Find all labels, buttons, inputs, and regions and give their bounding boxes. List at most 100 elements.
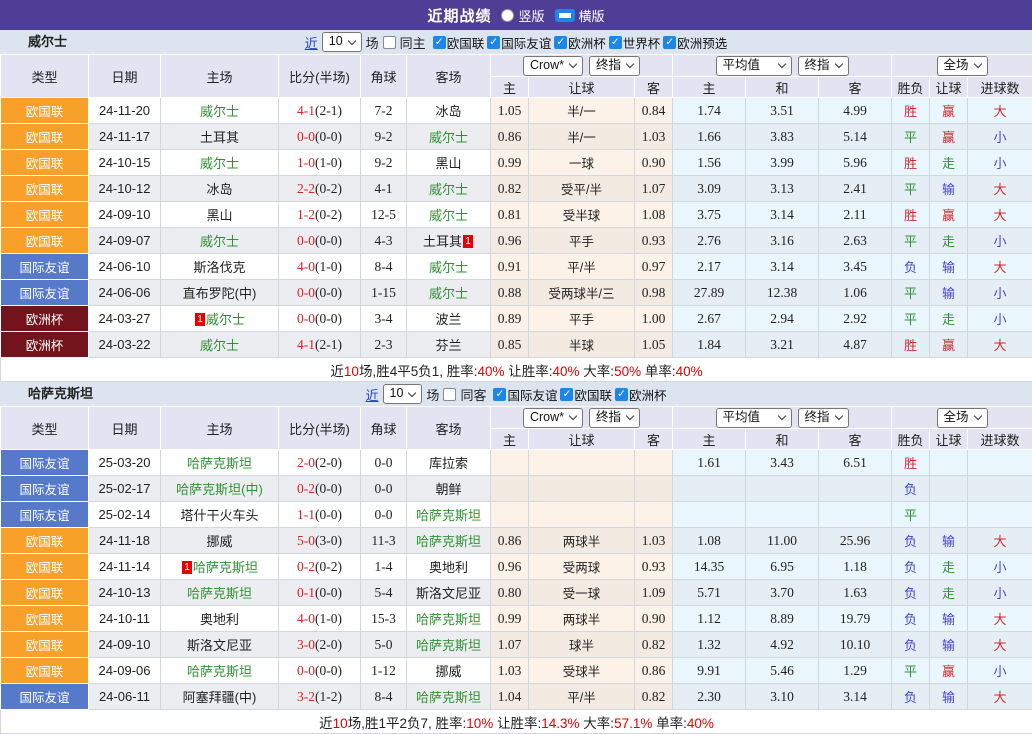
team-name-text: 挪威: [435, 664, 461, 679]
odds-time-select[interactable]: 终指: [589, 408, 640, 428]
fullmatch-select[interactable]: 全场: [937, 56, 988, 76]
league-label: 欧洲杯: [629, 385, 667, 404]
summary-segment: 10%: [466, 716, 493, 731]
league-checkbox[interactable]: ✓: [615, 388, 628, 401]
match-date: 24-10-13: [89, 580, 161, 606]
match-score: 0-2(0-2): [279, 554, 361, 580]
crow-handicap: 受两球: [529, 554, 635, 580]
result-wdl: 平: [892, 176, 930, 202]
team-name: 哈萨克斯坦: [28, 382, 93, 406]
chevron-down-icon: [626, 60, 634, 68]
team-name-text: 奥地利: [429, 560, 468, 575]
fulltime-score: 2-0: [297, 455, 315, 470]
crow-handicap: 球半: [529, 632, 635, 658]
fulltime-score: 4-0: [297, 611, 315, 626]
match-row: 国际友谊25-03-20哈萨克斯坦2-0(2-0)0-0库拉索1.613.436…: [1, 450, 1032, 476]
avg-draw-odds: 3.51: [746, 98, 819, 124]
team-name-text: 哈萨克斯坦: [416, 508, 481, 523]
filters: 近 10 场 同客 ✓国际友谊✓欧国联✓欧洲杯: [366, 384, 667, 404]
result-group-header: 全场: [892, 407, 1032, 429]
result-goals: 大: [968, 528, 1032, 554]
match-score: 5-0(3-0): [279, 528, 361, 554]
avg-time-select-value: 终指: [805, 410, 830, 425]
col-avg-home: 主: [673, 429, 746, 450]
chevron-down-icon: [347, 36, 355, 44]
team-name-text: 威尔士: [200, 156, 239, 171]
same-venue-checkbox[interactable]: [383, 36, 396, 49]
halftime-score: (2-0): [315, 637, 342, 652]
avg-time-select[interactable]: 终指: [798, 56, 849, 76]
layout-radio-horizontal[interactable]: 横版: [555, 6, 605, 25]
match-count-select[interactable]: 10: [383, 384, 423, 404]
halftime-score: (2-1): [315, 103, 342, 118]
league-checkbox[interactable]: ✓: [560, 388, 573, 401]
result-handicap: 输: [930, 254, 968, 280]
crow-away-odds: 0.93: [635, 554, 673, 580]
result-handicap: [930, 450, 968, 476]
radio-vertical-icon[interactable]: [501, 9, 514, 22]
radio-horizontal-icon[interactable]: [555, 9, 575, 22]
bookmaker-select[interactable]: Crow*: [523, 56, 583, 76]
home-team: 奥地利: [161, 606, 279, 632]
summary-segment: 近: [330, 364, 344, 379]
halftime-score: (1-0): [315, 259, 342, 274]
match-count-select[interactable]: 10: [322, 32, 362, 52]
avg-select[interactable]: 平均值: [716, 56, 792, 76]
avg-draw-odds: 2.94: [746, 306, 819, 332]
league-checkbox[interactable]: ✓: [663, 36, 676, 49]
match-date: 24-11-20: [89, 98, 161, 124]
avg-away-odds: 1.29: [819, 658, 892, 684]
fulltime-score: 3-0: [297, 637, 315, 652]
match-count-value: 10: [329, 34, 343, 49]
col-crow-home: 主: [491, 429, 529, 450]
halftime-score: (0-2): [315, 181, 342, 196]
matches-table: 类型 日期 主场 比分(半场) 角球 客场 Crow* 终指 平均值 终指: [0, 406, 1032, 734]
fullmatch-select[interactable]: 全场: [937, 408, 988, 428]
league-checkbox[interactable]: ✓: [609, 36, 622, 49]
same-venue-checkbox[interactable]: [443, 388, 456, 401]
avg-draw-odds: 3.70: [746, 580, 819, 606]
league-checkbox[interactable]: ✓: [433, 36, 446, 49]
avg-away-odds: [819, 476, 892, 502]
league-badge: 欧国联: [1, 124, 89, 150]
crow-home-odds: 0.85: [491, 332, 529, 358]
league-badge: 国际友谊: [1, 450, 89, 476]
halftime-score: (1-0): [315, 611, 342, 626]
col-crow-handicap: 让球: [529, 429, 635, 450]
league-checkbox[interactable]: ✓: [493, 388, 506, 401]
bookmaker-select[interactable]: Crow*: [523, 408, 583, 428]
avg-home-odds: 1.74: [673, 98, 746, 124]
league-checkbox[interactable]: ✓: [487, 36, 500, 49]
match-date: 25-03-20: [89, 450, 161, 476]
home-team: 1哈萨克斯坦: [161, 554, 279, 580]
fulltime-score: 5-0: [297, 533, 315, 548]
team-name-text: 直布罗陀(中): [183, 286, 257, 301]
league-badge: 欧国联: [1, 554, 89, 580]
avg-home-odds: 27.89: [673, 280, 746, 306]
bookmaker-select-value: Crow*: [530, 410, 564, 425]
corner-score: 0-0: [361, 476, 407, 502]
team-name-text: 哈萨克斯坦: [416, 690, 481, 705]
away-team: 威尔士: [407, 176, 491, 202]
crow-home-odds: 0.99: [491, 606, 529, 632]
league-checkbox[interactable]: ✓: [554, 36, 567, 49]
corner-score: 1-12: [361, 658, 407, 684]
near-link[interactable]: 近: [366, 385, 379, 404]
avg-home-odds: 1.08: [673, 528, 746, 554]
home-team: 斯洛伐克: [161, 254, 279, 280]
team-name-text: 斯洛伐克: [193, 260, 245, 275]
avg-away-odds: 2.92: [819, 306, 892, 332]
avg-select[interactable]: 平均值: [716, 408, 792, 428]
avg-home-odds: 1.61: [673, 450, 746, 476]
crow-home-odds: 0.96: [491, 554, 529, 580]
layout-radio-vertical[interactable]: 竖版: [501, 6, 544, 25]
team-name-text: 哈萨克斯坦: [416, 612, 481, 627]
result-handicap: 走: [930, 580, 968, 606]
near-link[interactable]: 近: [305, 33, 318, 52]
fulltime-score: 4-0: [297, 259, 315, 274]
team-name-text: 威尔士: [429, 260, 468, 275]
result-handicap: 输: [930, 606, 968, 632]
home-team: 哈萨克斯坦: [161, 580, 279, 606]
odds-time-select[interactable]: 终指: [589, 56, 640, 76]
avg-time-select[interactable]: 终指: [798, 408, 849, 428]
